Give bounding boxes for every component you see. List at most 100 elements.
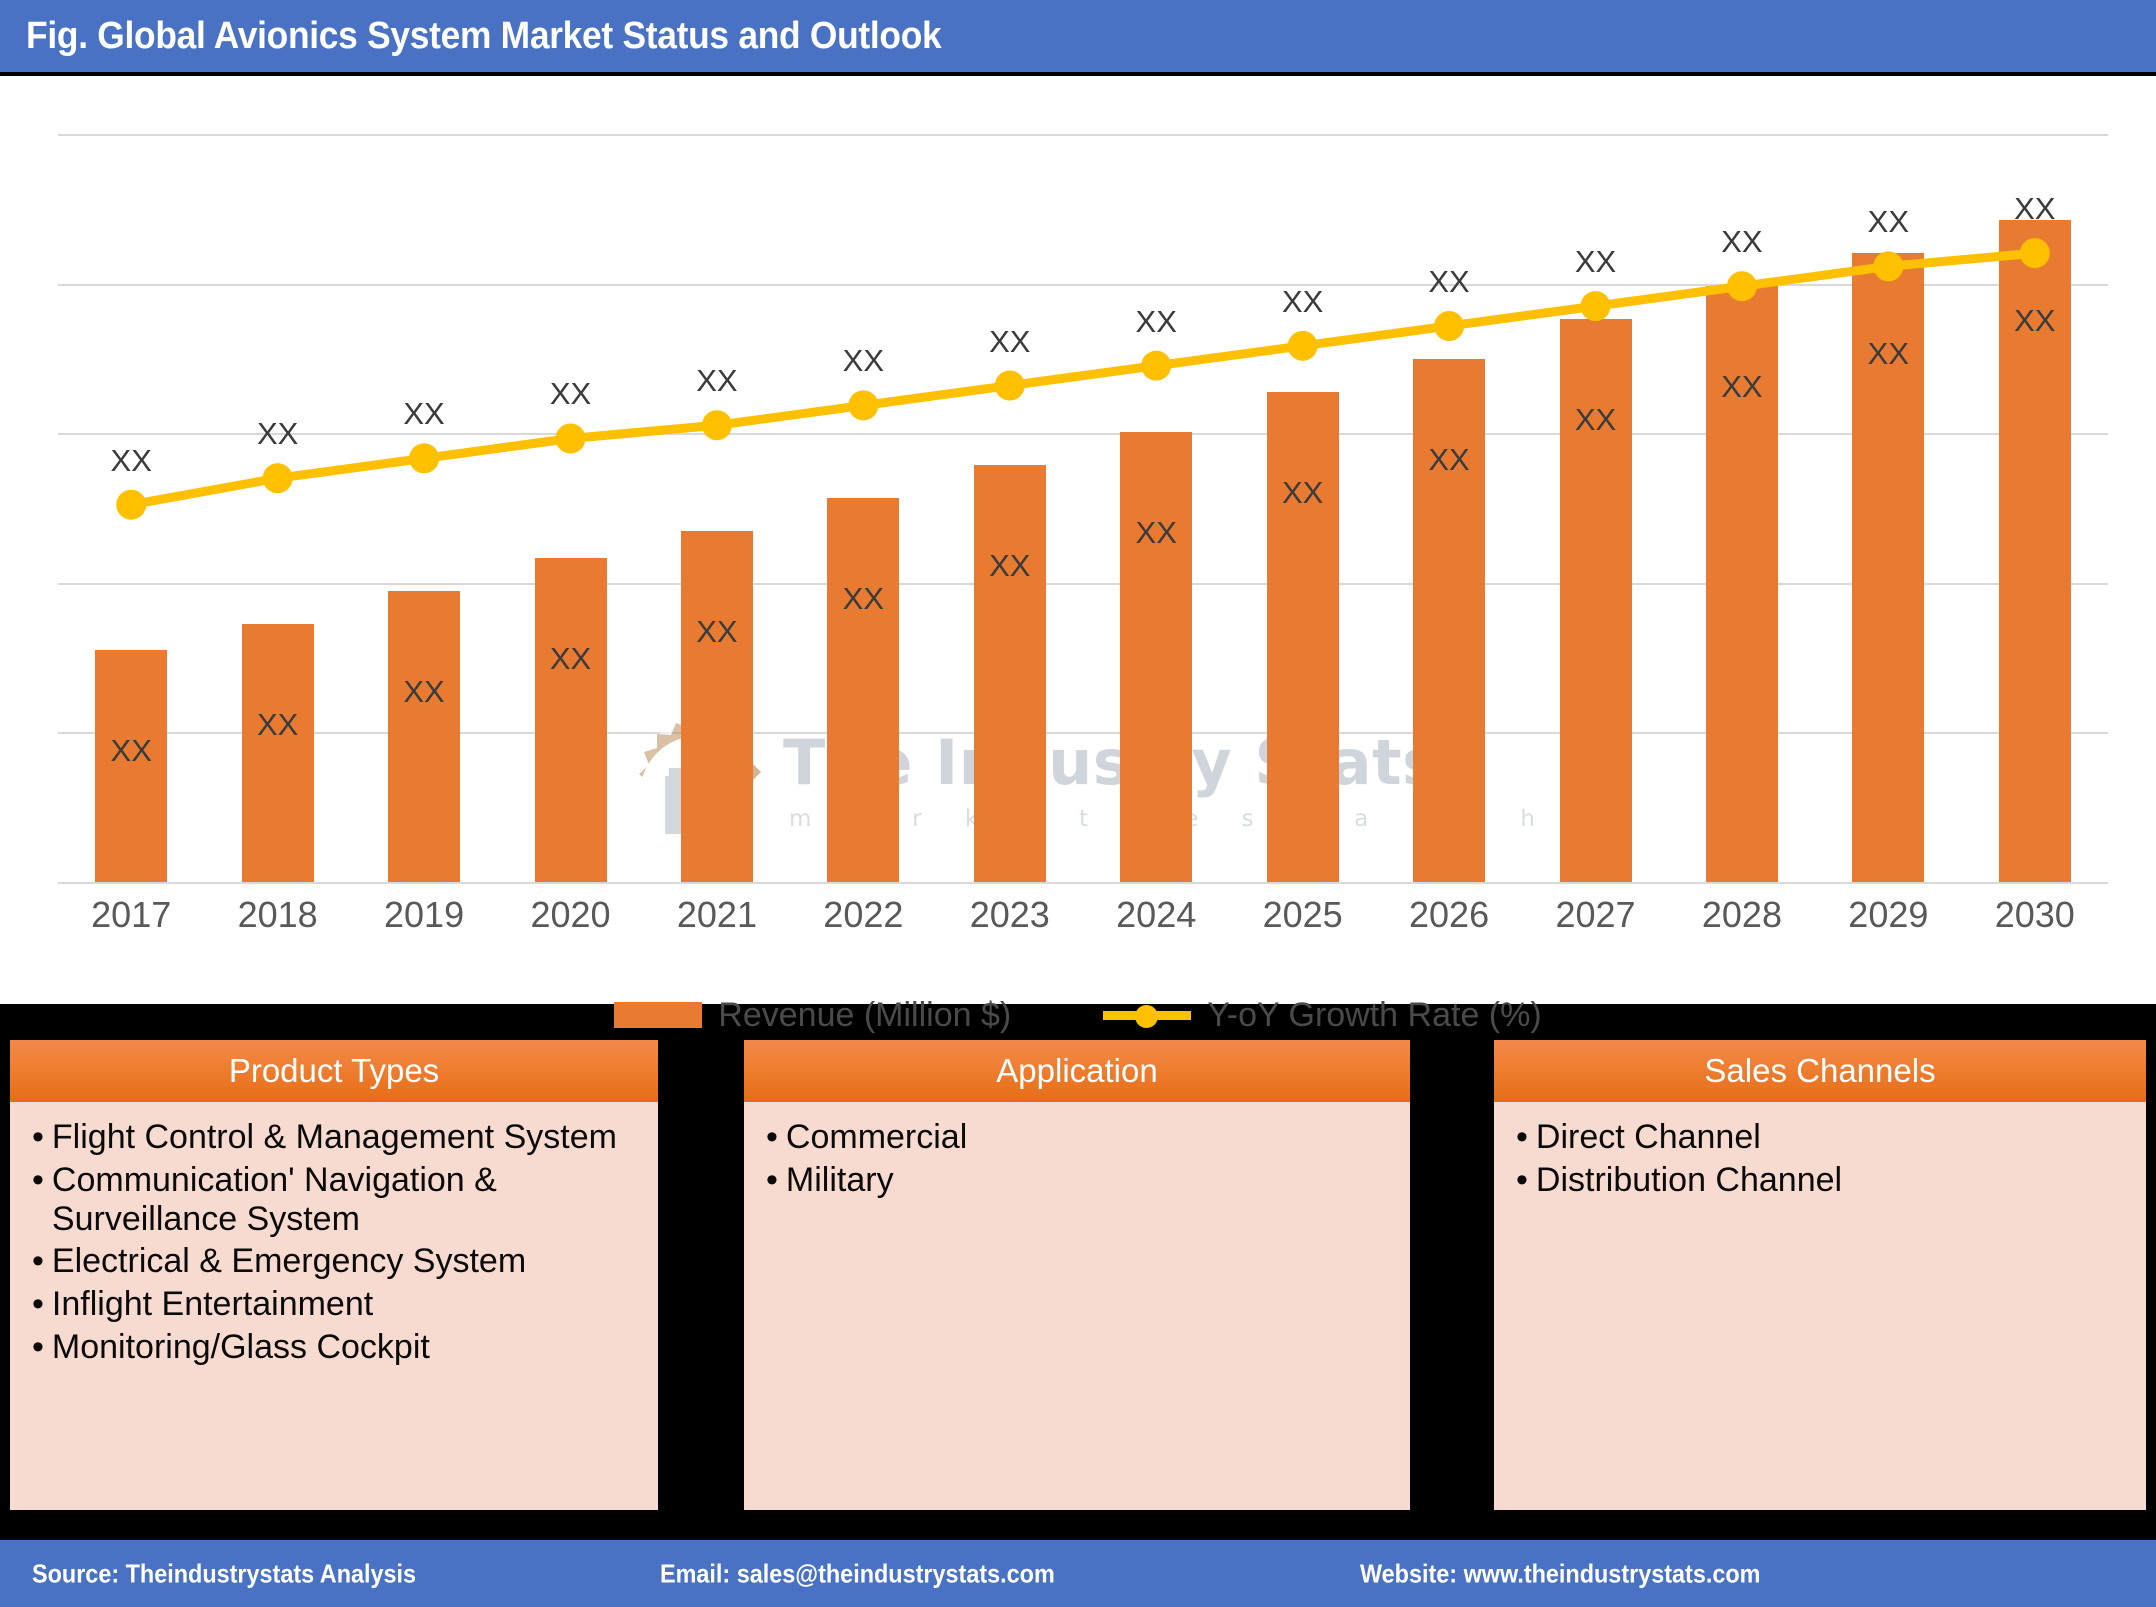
segment-list-item-label: Commercial	[785, 1118, 968, 1156]
line-marker	[994, 370, 1025, 401]
line-value-label: XX	[1281, 283, 1324, 319]
bullet-icon: •	[1516, 1118, 1528, 1156]
segment-list-item-label: Direct Channel	[1535, 1118, 1761, 1156]
bar-value-label: XX	[1574, 402, 1617, 438]
segment-list-item-label: Inflight Entertainment	[51, 1285, 374, 1323]
line-value-label: XX	[403, 396, 445, 432]
bullet-icon: •	[1516, 1160, 1528, 1199]
segment-list-item: • Direct Channel	[1516, 1118, 2132, 1157]
segment-list-item-label: Distribution Channel	[1535, 1160, 1843, 1199]
bullet-icon: •	[766, 1118, 778, 1156]
line-marker	[262, 463, 293, 494]
x-axis-tick: 2028	[1701, 894, 1782, 935]
line-value-label: XX	[696, 363, 738, 399]
x-axis-tick: 2017	[91, 894, 172, 935]
chart-panel: The Industry Stats m a r k e t r e s e a…	[0, 76, 2156, 1034]
bullet-icon: •	[32, 1285, 44, 1323]
line-marker	[2019, 238, 2050, 269]
segment-list-item-label: Military	[785, 1160, 894, 1199]
line-value-label: XX	[989, 323, 1031, 359]
bar-value-label: XX	[1867, 336, 1910, 372]
segment-box-product-types: Product Types • Flight Control & Manageme…	[10, 1040, 658, 1510]
segment-list-item-label: Monitoring/Glass Cockpit	[51, 1327, 430, 1366]
bar-value-label: XX	[842, 581, 885, 617]
bullet-icon: •	[32, 1242, 44, 1281]
x-axis-tick: 2029	[1848, 894, 1929, 935]
segment-box-header: Sales Channels	[1494, 1040, 2146, 1102]
bar-value-label: XX	[696, 614, 738, 650]
line-value-label: XX	[2014, 191, 2056, 227]
line-value-label: XX	[842, 343, 885, 379]
segment-list-item: • Communication' Navigation & Surveillanc…	[32, 1161, 644, 1239]
footer-email[interactable]: Email: sales@theindustrystats.com	[660, 1558, 1055, 1589]
bullet-icon: •	[32, 1327, 44, 1366]
line-value-label: XX	[1867, 204, 1910, 240]
x-axis-tick: 2023	[969, 894, 1050, 935]
bar-value-label: XX	[989, 547, 1031, 583]
footer-source: Source: Theindustrystats Analysis	[32, 1558, 417, 1588]
segment-box-body: • Commercial • Military	[744, 1102, 1410, 1214]
bullet-icon: •	[32, 1118, 44, 1156]
segment-box-body: • Flight Control & Management System • Comm…	[10, 1102, 658, 1381]
footer-bar: Source: Theindustrystats Analysis Email:…	[0, 1540, 2156, 1607]
line-marker	[1434, 310, 1465, 341]
x-axis-tick: 2019	[384, 894, 465, 935]
bullet-icon: •	[32, 1160, 44, 1199]
x-axis-tick: 2022	[823, 894, 904, 935]
segment-box-body: • Direct Channel • Distribution Channel	[1494, 1102, 2146, 1214]
x-axis-tick: 2030	[1994, 894, 2075, 935]
x-axis-tick: 2021	[676, 894, 757, 935]
segment-list-item-label: Communication' Navigation & Surveillance…	[51, 1160, 497, 1238]
x-axis-tick: 2024	[1116, 894, 1197, 935]
line-marker	[116, 489, 147, 520]
bar-value-label: XX	[549, 640, 592, 676]
line-value-label: XX	[110, 442, 152, 478]
segment-list-item: • Military	[766, 1161, 1396, 1200]
segment-box-header: Application	[744, 1040, 1410, 1102]
segment-box-application: Application • Commercial • Military	[744, 1040, 1410, 1510]
bar-value-label: XX	[256, 706, 299, 742]
x-axis-tick: 2018	[237, 894, 318, 935]
line-marker	[1726, 271, 1757, 302]
bar-value-label: XX	[403, 673, 445, 709]
segment-list-item: • Distribution Channel	[1516, 1161, 2132, 1200]
line-value-label: XX	[1721, 224, 1763, 260]
line-value-label: XX	[1135, 303, 1177, 339]
footer-website[interactable]: Website: www.theindustrystats.com	[1360, 1558, 1760, 1589]
bar-value-label: XX	[1135, 514, 1177, 550]
segment-list-item: • Commercial	[766, 1118, 1396, 1157]
segment-box-header: Product Types	[10, 1040, 658, 1102]
line-marker	[1873, 251, 1904, 282]
segment-list-item-label: Electrical & Emergency System	[51, 1242, 527, 1281]
bar-value-label: XX	[1281, 475, 1324, 511]
segment-list-item: • Flight Control & Management System	[32, 1118, 644, 1157]
x-axis-tick: 2025	[1262, 894, 1343, 935]
page-title: Fig. Global Avionics System Market Statu…	[26, 14, 942, 57]
line-value-label: XX	[256, 416, 299, 452]
segmentation-boxes: Product Types • Flight Control & Manageme…	[0, 1022, 2156, 1510]
line-marker	[555, 423, 586, 454]
line-value-label: XX	[1428, 263, 1470, 299]
segment-list-item: • Monitoring/Glass Cockpit	[32, 1328, 644, 1367]
bullet-icon: •	[766, 1160, 778, 1199]
line-marker	[1287, 330, 1318, 361]
segment-box-sales-channels: Sales Channels • Direct Channel • Distribut…	[1494, 1040, 2146, 1510]
line-marker	[1580, 291, 1611, 322]
bar-value-label: XX	[2014, 303, 2056, 339]
x-axis: 2017 2018 2019 2020 2021 2022 2023 2024 2025 2026…	[58, 894, 2108, 944]
line-value-label: XX	[1574, 244, 1617, 280]
x-axis-tick: 2020	[530, 894, 611, 935]
bar-value-label: XX	[1721, 369, 1763, 405]
line-marker	[701, 410, 732, 441]
bar-value-label: XX	[1428, 442, 1470, 478]
segment-list-item: • Electrical & Emergency System	[32, 1242, 644, 1281]
line-marker	[409, 443, 440, 474]
plot-area: The Industry Stats m a r k e t r e s e a…	[58, 134, 2108, 884]
segment-list-item: • Inflight Entertainment	[32, 1285, 644, 1324]
line-value-label: XX	[549, 376, 592, 412]
line-marker	[848, 390, 879, 421]
segment-list-item-label: Flight Control & Management System	[51, 1118, 617, 1156]
x-axis-tick: 2026	[1409, 894, 1490, 935]
gridline	[58, 882, 2108, 884]
line-marker	[1141, 350, 1172, 381]
